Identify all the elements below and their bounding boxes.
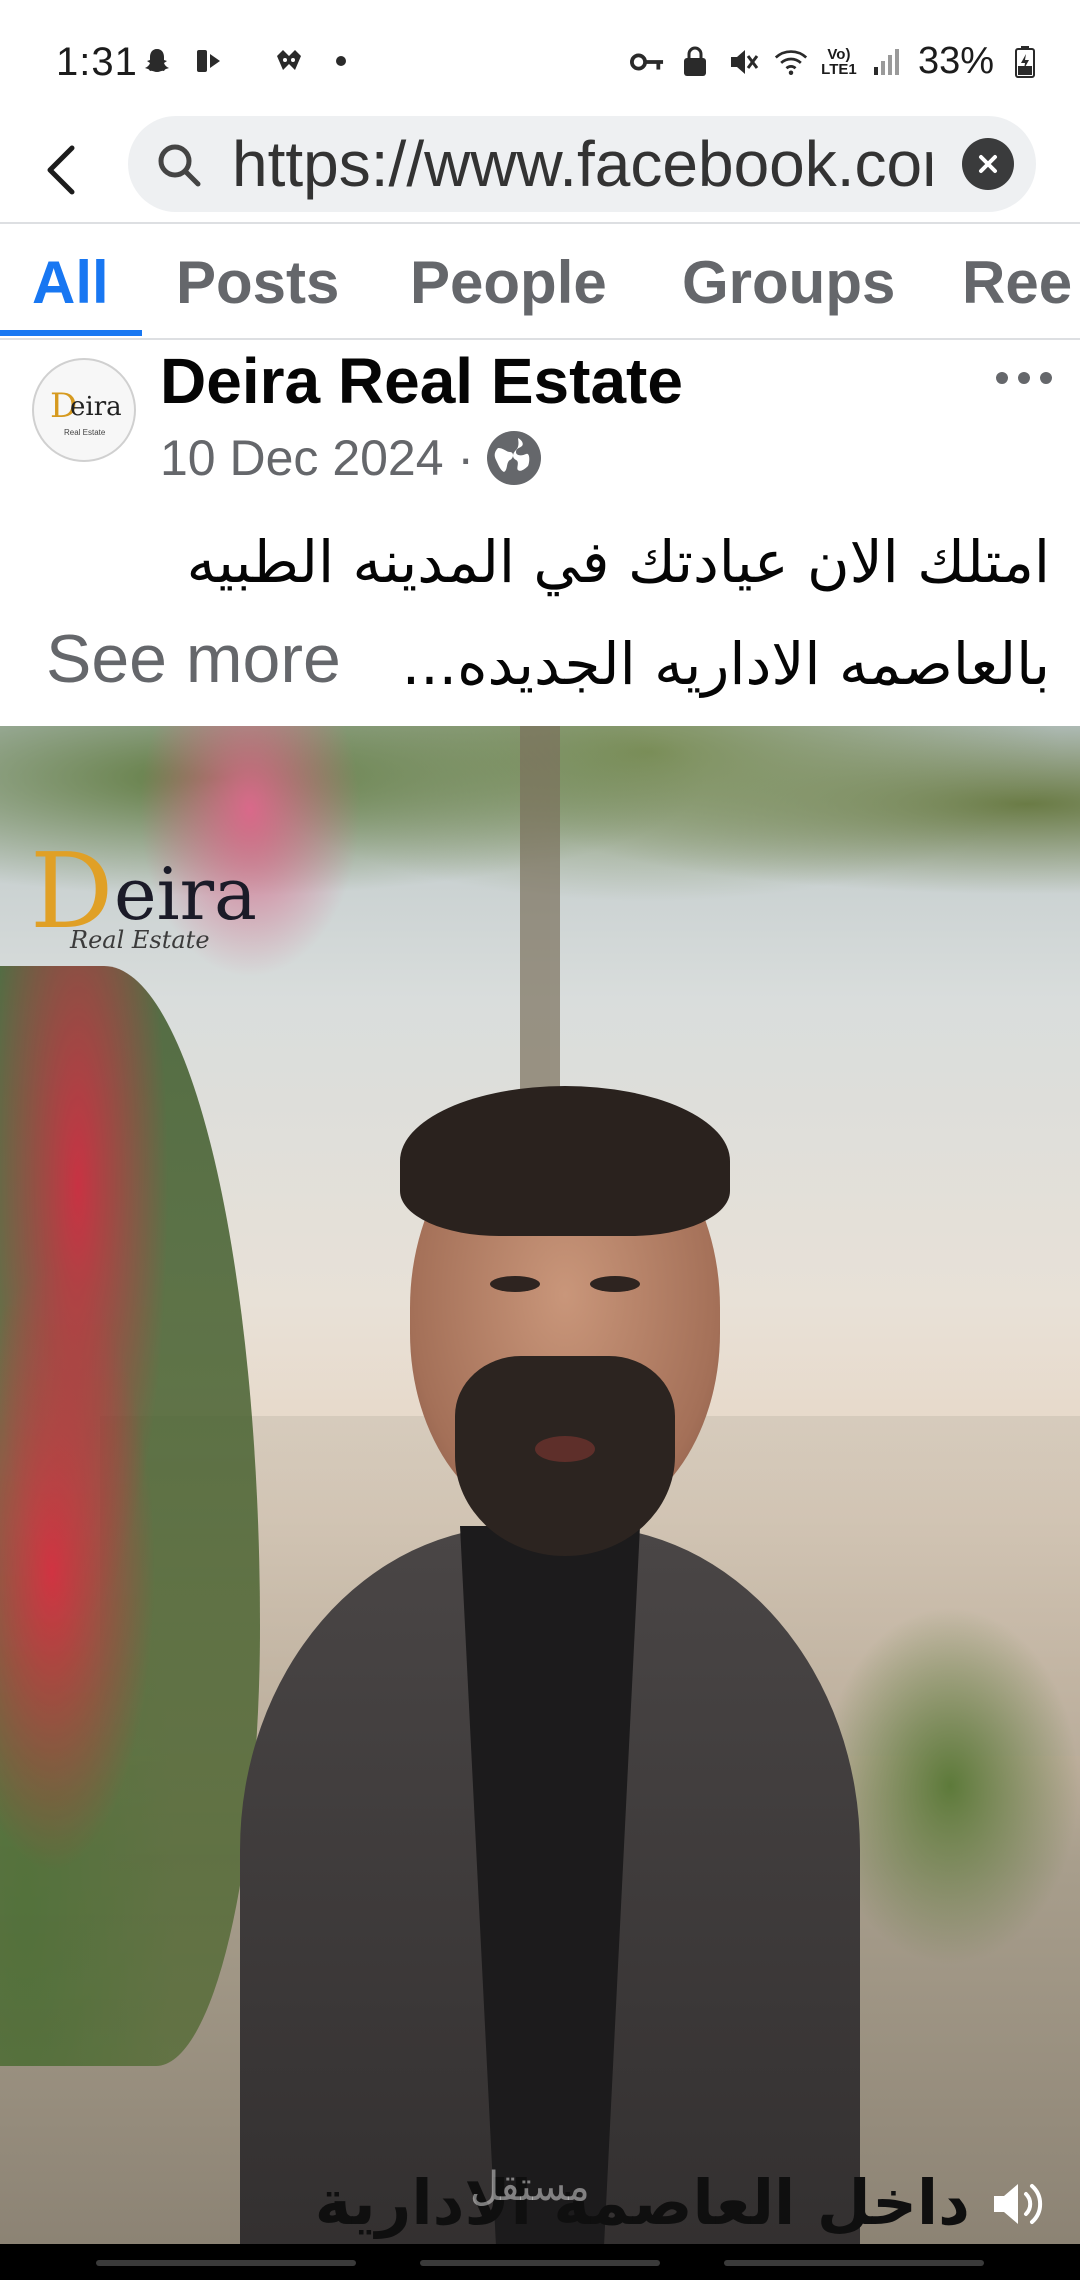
tab-reels[interactable]: Ree: [962, 248, 1072, 328]
sound-toggle-button[interactable]: [986, 2172, 1050, 2236]
more-options-button[interactable]: [996, 366, 1052, 390]
signal-icon: [870, 45, 904, 79]
spacer-icon: [244, 44, 254, 78]
lte-icon: Vo) LTE1: [821, 45, 857, 78]
tab-groups[interactable]: Groups: [682, 248, 895, 328]
nav-home-button[interactable]: [420, 2260, 660, 2266]
nav-recents-button[interactable]: [96, 2260, 356, 2266]
video-watermark: مستقل: [470, 2164, 590, 2210]
video-palm: [520, 726, 560, 1146]
back-button[interactable]: [30, 138, 94, 202]
clear-icon: [979, 155, 997, 173]
post-header: D eira Real Estate Deira Real Estate 10 …: [0, 340, 1080, 500]
presenter-eye: [490, 1276, 540, 1292]
video-logo-sub: Real Estate: [70, 926, 210, 954]
youtube-shorts-icon: [192, 44, 226, 78]
notification-icon: [272, 44, 306, 78]
post-text-line-2: بالعاصمه الاداريه الجديده... See more: [30, 614, 1050, 714]
post-video[interactable]: D eira Real Estate داخل العاصمة الادارية…: [0, 726, 1080, 2244]
presenter-hair: [400, 1086, 730, 1236]
dot-icon: [324, 44, 358, 78]
presenter-eye: [590, 1276, 640, 1292]
tab-people[interactable]: People: [410, 248, 607, 328]
vpn-key-icon: [629, 45, 664, 79]
tab-posts[interactable]: Posts: [176, 248, 339, 328]
mute-icon: [726, 45, 760, 79]
post-meta: 10 Dec 2024 ·: [160, 428, 544, 488]
avatar[interactable]: D eira Real Estate: [32, 358, 136, 462]
system-nav-bar: [0, 2244, 1080, 2280]
video-bougainvillea: [0, 966, 260, 2066]
divider: [0, 222, 1080, 224]
video-logo-text: eira: [114, 852, 257, 936]
more-options-icon: [1040, 372, 1052, 384]
status-time: 1:31: [56, 40, 138, 84]
more-options-icon: [1018, 372, 1030, 384]
status-bar: 1:31 Vo) LTE1 33%: [0, 0, 1080, 120]
see-more-link[interactable]: See more: [46, 620, 341, 698]
post-text-line-1: امتلك الان عيادتك في المدينه الطبيه: [186, 528, 1050, 596]
battery-icon: [1008, 45, 1042, 79]
url-bar[interactable]: https://www.facebook.com: [128, 116, 1036, 212]
presenter-mouth: [535, 1436, 595, 1462]
back-arrow-icon: [47, 145, 75, 195]
video-logo: D eira Real Estate: [30, 830, 350, 954]
browser-toolbar: https://www.facebook.com: [0, 116, 1080, 224]
video-caption-text: داخل العاصمة الادارية: [314, 2166, 970, 2239]
globe-icon: [484, 428, 544, 488]
avatar-logo-sub: Real Estate: [64, 428, 106, 437]
snapchat-icon: [140, 44, 174, 78]
active-tab-indicator: [0, 330, 142, 336]
post-text-line-2-text: بالعاصمه الاداريه الجديده...: [401, 630, 1050, 698]
status-right-icons: Vo) LTE1 33%: [629, 40, 1042, 83]
status-left-icons: [140, 44, 358, 78]
url-text[interactable]: https://www.facebook.com: [232, 126, 932, 202]
more-options-icon: [996, 372, 1008, 384]
page-name[interactable]: Deira Real Estate: [160, 344, 683, 418]
nav-back-button[interactable]: [724, 2260, 984, 2266]
tab-all[interactable]: All: [32, 248, 109, 328]
avatar-logo-text: eira: [70, 392, 122, 422]
post-date: 10 Dec 2024 ·: [160, 430, 475, 486]
video-presenter: [240, 1086, 860, 2244]
wifi-icon: [774, 45, 808, 79]
clear-url-button[interactable]: [962, 138, 1014, 190]
search-tabs: All Posts People Groups Ree: [0, 226, 1080, 338]
speaker-icon: [994, 2184, 1043, 2224]
search-icon: [158, 144, 201, 187]
battery-percent: 33%: [917, 40, 994, 82]
lock-icon: [678, 45, 712, 79]
